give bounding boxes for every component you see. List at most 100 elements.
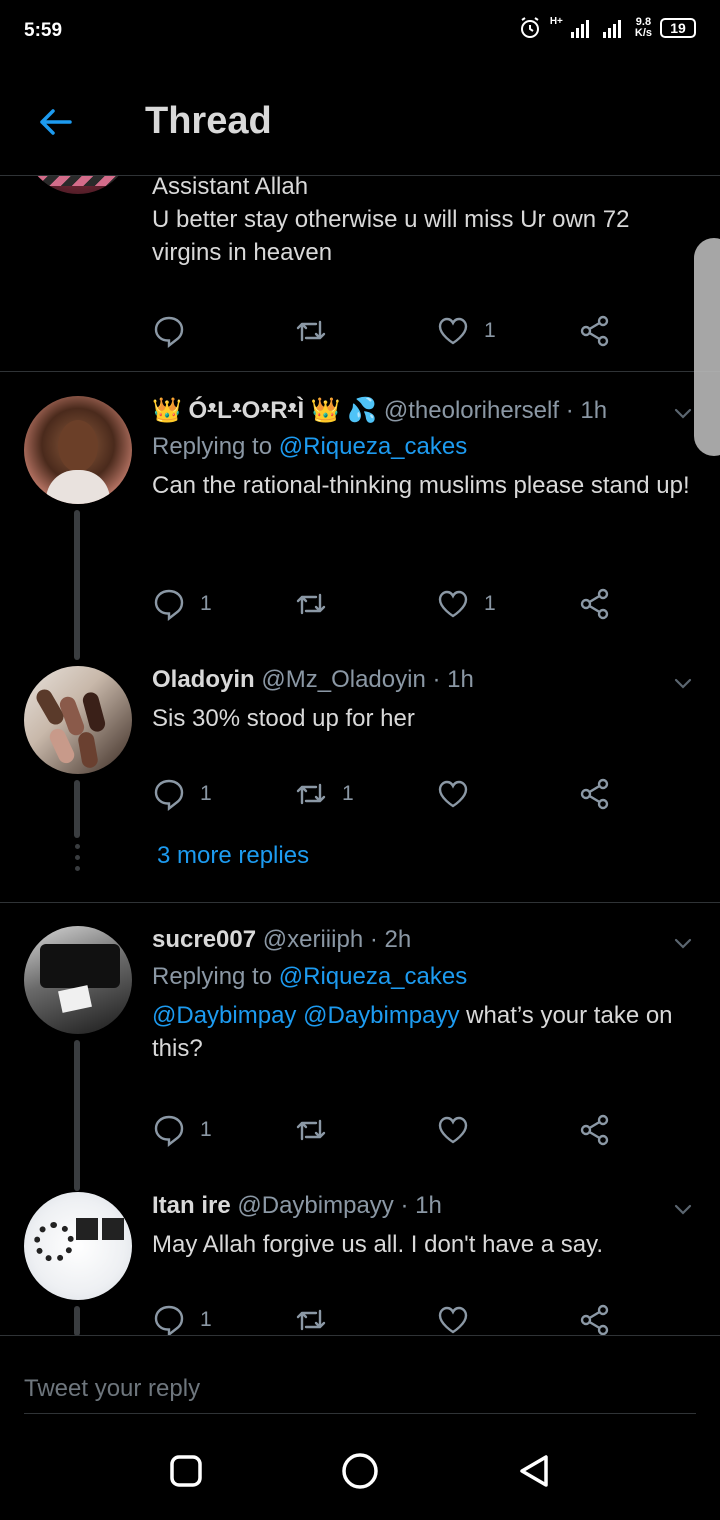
- author-name[interactable]: Oladoyin: [152, 666, 255, 693]
- avatar[interactable]: [24, 1192, 132, 1300]
- retweet-icon: [296, 320, 326, 342]
- like-icon: [438, 590, 468, 618]
- net-speed: 9.8 K/s: [634, 16, 652, 39]
- home-button[interactable]: [330, 1449, 390, 1493]
- tweet-text: May Allah forgive us all. I don't have a…: [152, 1231, 604, 1258]
- tweet-item[interactable]: Itan ire @Daybimpayy · 1h May Allah forg…: [0, 1192, 720, 1335]
- share-icon: [580, 778, 609, 810]
- author-name[interactable]: Itan ire: [152, 1192, 231, 1219]
- signal-icon: [570, 20, 589, 38]
- thread-dots: [74, 844, 80, 871]
- alarm-icon: [520, 17, 539, 38]
- author-name[interactable]: sucre007: [152, 926, 256, 953]
- like-button[interactable]: [436, 1110, 484, 1150]
- author-handle[interactable]: @xeriiiph: [263, 926, 363, 953]
- like-icon: [438, 1306, 468, 1334]
- tweet-time: · 1h: [565, 397, 608, 424]
- tweet-time: · 1h: [400, 1192, 442, 1219]
- reply-icon: [154, 779, 184, 811]
- like-button[interactable]: 1: [436, 584, 496, 624]
- chevron-down-icon[interactable]: [672, 672, 694, 694]
- app-header: Thread: [0, 66, 720, 176]
- author-handle[interactable]: @Mz_Oladoyin: [261, 666, 425, 693]
- author-line: Oladoyin @Mz_Oladoyin · 1h: [152, 666, 692, 700]
- share-button[interactable]: [578, 1300, 612, 1335]
- tweet-item[interactable]: Oladoyin @Mz_Oladoyin · 1h Sis 30% stood…: [0, 666, 720, 886]
- reply-button[interactable]: 1: [152, 584, 212, 624]
- author-handle[interactable]: @Daybimpayy: [237, 1192, 393, 1219]
- network-type: H+: [549, 16, 563, 27]
- chevron-down-icon[interactable]: [672, 932, 694, 954]
- tweet-body: Itan ire @Daybimpayy · 1h May Allah forg…: [152, 1192, 692, 1261]
- divider: [0, 371, 720, 372]
- retweet-button[interactable]: [294, 311, 342, 351]
- mention-link[interactable]: @Riqueza_cakes: [279, 963, 467, 990]
- scroll-handle[interactable]: [694, 238, 720, 456]
- author-name[interactable]: 👑 ÓᵜLᵜOᵜRᵜÌ 👑 💦: [152, 397, 377, 424]
- reply-icon: [154, 316, 184, 348]
- retweet-icon: [296, 1309, 326, 1331]
- retweet-button[interactable]: [294, 1110, 342, 1150]
- chevron-down-icon[interactable]: [672, 1198, 694, 1220]
- back-nav-button[interactable]: [504, 1449, 564, 1493]
- like-button[interactable]: 1: [436, 311, 496, 351]
- share-button[interactable]: [578, 1110, 612, 1150]
- author-line: sucre007 @xeriiiph · 2h: [152, 926, 692, 960]
- share-icon: [580, 588, 609, 620]
- thread-line: [74, 1040, 80, 1191]
- status-bar: 5:59 H+ 9.8 K/s 19: [0, 0, 720, 66]
- like-icon: [438, 1116, 468, 1144]
- avatar[interactable]: [24, 926, 132, 1034]
- avatar[interactable]: [24, 176, 132, 194]
- reply-button[interactable]: 1: [152, 1110, 212, 1150]
- tweet-item[interactable]: sucre007 @xeriiiph · 2h Replying to @Riq…: [0, 926, 720, 1191]
- thread-timeline[interactable]: Assistant Allah U better stay otherwise …: [0, 176, 720, 1335]
- like-button[interactable]: [436, 1300, 484, 1335]
- back-nav-icon: [520, 1455, 548, 1487]
- share-icon: [580, 1304, 609, 1335]
- replying-to: Replying to @Riqueza_cakes: [152, 433, 468, 460]
- reply-icon: [154, 1115, 184, 1147]
- reply-input[interactable]: [24, 1364, 696, 1414]
- mention-link[interactable]: @Riqueza_cakes: [279, 433, 467, 460]
- retweet-button[interactable]: [294, 584, 342, 624]
- more-replies-link[interactable]: 3 more replies: [157, 842, 309, 870]
- reply-icon: [154, 1305, 184, 1335]
- tweet-item[interactable]: 👑 ÓᵜLᵜOᵜRᵜÌ 👑 💦 @theoloriherself · 1h Re…: [0, 396, 720, 666]
- recents-button[interactable]: [156, 1449, 216, 1493]
- tweet-text: Sis 30% stood up for her: [152, 705, 415, 732]
- tweet-body: sucre007 @xeriiiph · 2h Replying to @Riq…: [152, 926, 692, 1065]
- reply-button[interactable]: 1: [152, 774, 212, 814]
- reply-icon: [154, 589, 184, 621]
- tweet-item[interactable]: Assistant Allah U better stay otherwise …: [0, 176, 720, 372]
- retweet-icon: [296, 783, 326, 805]
- back-button[interactable]: [36, 102, 76, 142]
- tweet-text: Assistant Allah U better stay otherwise …: [152, 176, 630, 266]
- mention-link[interactable]: @Daybimpayy: [303, 1002, 459, 1029]
- author-line: 👑 ÓᵜLᵜOᵜRᵜÌ 👑 💦 @theoloriherself · 1h: [152, 396, 692, 430]
- mention-link[interactable]: @Daybimpay: [152, 1002, 296, 1029]
- share-button[interactable]: [578, 584, 612, 624]
- reply-bar: [0, 1335, 720, 1415]
- author-line: Itan ire @Daybimpayy · 1h: [152, 1192, 692, 1226]
- retweet-button[interactable]: [294, 1300, 342, 1335]
- tweet-body: 👑 ÓᵜLᵜOᵜRᵜÌ 👑 💦 @theoloriherself · 1h Re…: [152, 396, 692, 502]
- tweet-body: Assistant Allah U better stay otherwise …: [152, 176, 692, 269]
- reply-button[interactable]: [152, 311, 200, 351]
- system-nav-bar: [0, 1415, 720, 1520]
- like-button[interactable]: [436, 774, 484, 814]
- chevron-down-icon[interactable]: [672, 402, 694, 424]
- status-time: 5:59: [24, 20, 63, 41]
- share-button[interactable]: [578, 311, 612, 351]
- divider: [0, 902, 720, 903]
- reply-button[interactable]: 1: [152, 1300, 212, 1335]
- tweet-actions: 1: [152, 1110, 632, 1150]
- share-icon: [580, 315, 609, 347]
- avatar[interactable]: [24, 666, 132, 774]
- thread-line: [74, 1306, 80, 1335]
- page-title: Thread: [145, 100, 272, 142]
- avatar[interactable]: [24, 396, 132, 504]
- retweet-button[interactable]: 1: [294, 774, 354, 814]
- share-button[interactable]: [578, 774, 612, 814]
- author-handle[interactable]: @theoloriherself: [384, 397, 559, 424]
